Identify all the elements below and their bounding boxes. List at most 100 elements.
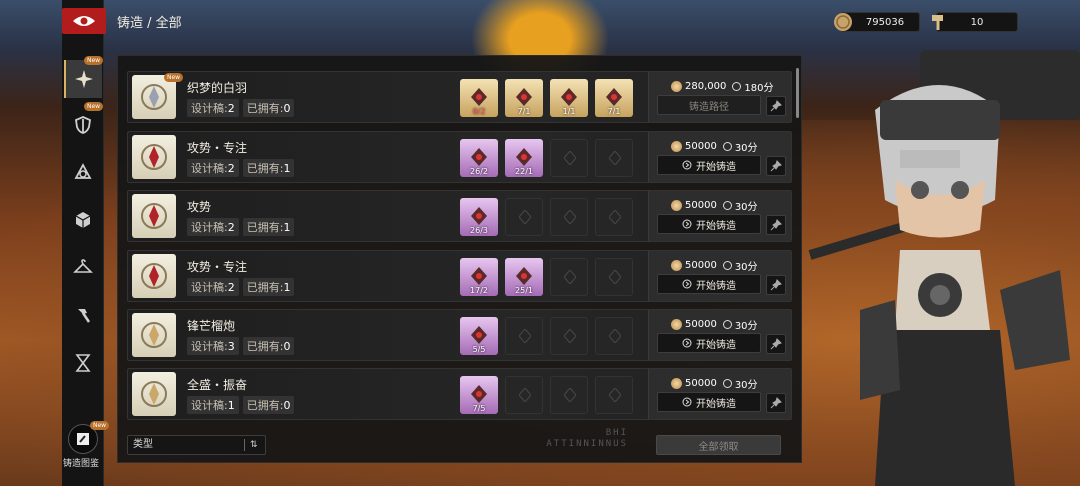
material-slot[interactable]: 22/1 xyxy=(505,139,543,177)
start-forge-button[interactable]: 开始铸造 xyxy=(657,214,761,234)
clock-icon xyxy=(732,82,742,91)
material-slot[interactable]: 26/3 xyxy=(460,198,498,236)
material-count: 17/2 xyxy=(470,286,488,295)
forge-cost-panel: 50000 30分 开始铸造 xyxy=(648,191,791,241)
back-button[interactable] xyxy=(62,8,106,34)
new-badge: New xyxy=(164,73,184,82)
sidebar-item-box[interactable] xyxy=(64,201,102,239)
pin-icon xyxy=(770,100,782,112)
item-thumbnail[interactable] xyxy=(132,135,176,179)
owned-count: 已拥有:0 xyxy=(242,337,295,355)
empty-slot-icon xyxy=(609,151,621,165)
coin-icon xyxy=(671,81,682,92)
blueprint-count: 设计稿:1 xyxy=(187,396,239,414)
action-label: 开始铸造 xyxy=(696,398,736,410)
item-price: 50000 xyxy=(685,200,717,211)
type-filter-dropdown[interactable]: 类型 ⇅ xyxy=(127,435,266,455)
item-price: 50000 xyxy=(685,260,717,271)
start-forge-button[interactable]: 开始铸造 xyxy=(657,333,761,353)
clock-icon xyxy=(722,261,732,270)
forge-time: 30分 xyxy=(734,380,758,391)
forge-path-button[interactable]: 铸造路径 xyxy=(657,95,761,115)
blueprint-value: 2 xyxy=(227,102,235,115)
forge-cost-panel: 50000 30分 开始铸造 xyxy=(648,132,791,182)
forge-time: 30分 xyxy=(734,143,758,154)
pin-icon xyxy=(770,279,782,291)
start-forge-button[interactable]: 开始铸造 xyxy=(657,392,761,412)
hourglass-icon xyxy=(75,354,91,372)
item-thumbnail[interactable] xyxy=(132,194,176,238)
item-name: 攻势 xyxy=(187,200,212,214)
sidebar-item-weapons[interactable] xyxy=(64,106,102,144)
material-slot[interactable]: 7/1 xyxy=(595,79,633,117)
forge-item-row[interactable]: 攻势设计稿:2 已拥有:1 26/3 50000 30分 开始铸造 xyxy=(127,190,792,242)
material-slot-empty xyxy=(595,317,633,355)
shield-sword-icon xyxy=(75,116,91,134)
pin-icon xyxy=(770,397,782,409)
pin-button[interactable] xyxy=(766,334,786,354)
blueprint-count: 设计稿:2 xyxy=(187,218,239,236)
pin-button[interactable] xyxy=(766,96,786,116)
item-name: 攻势・专注 xyxy=(187,141,248,155)
feather-star-icon xyxy=(75,70,93,88)
sidebar-item-timer[interactable] xyxy=(64,344,102,382)
forge-item-row[interactable]: 全盛・振奋 设计稿:1 已拥有:0 7/5 50000 30分 开始铸造 xyxy=(127,368,792,420)
start-forge-button[interactable]: 开始铸造 xyxy=(657,155,761,175)
empty-slot-icon xyxy=(519,210,531,224)
item-price: 280,000 xyxy=(685,81,727,92)
item-thumbnail[interactable] xyxy=(132,313,176,357)
material-slot[interactable]: 7/5 xyxy=(460,376,498,414)
empty-slot-icon xyxy=(564,329,576,343)
material-count: 7/5 xyxy=(472,404,486,413)
material-slot-empty xyxy=(550,258,588,296)
material-slot[interactable]: 5/5 xyxy=(460,317,498,355)
pin-button[interactable] xyxy=(766,393,786,413)
forge-item-row[interactable]: New 织梦的白羽 设计稿:2 已拥有:0 0/2 7/1 1/1 7/1 280,000 180… xyxy=(127,71,792,123)
character-illustration xyxy=(808,50,1080,486)
material-slot[interactable]: 7/1 xyxy=(505,79,543,117)
material-slot[interactable]: 25/1 xyxy=(505,258,543,296)
forge-item-row[interactable]: 攻势・专注 设计稿:2 已拥有:1 26/2 22/1 50000 30分 开始铸造 xyxy=(127,131,792,183)
pin-icon xyxy=(770,219,782,231)
forge-arrow-icon xyxy=(682,397,692,407)
material-icon xyxy=(516,267,532,285)
clock-icon xyxy=(722,320,732,329)
sidebar-item-outfit[interactable] xyxy=(64,248,102,286)
empty-slot-icon xyxy=(564,270,576,284)
blueprint-value: 2 xyxy=(227,221,235,234)
item-thumbnail[interactable] xyxy=(132,254,176,298)
material-slot[interactable]: 0/2 xyxy=(460,79,498,117)
item-price: 50000 xyxy=(685,319,717,330)
material-slot-empty xyxy=(505,376,543,414)
forge-cost-panel: 50000 30分 开始铸造 xyxy=(648,310,791,360)
forge-codex-button[interactable]: 铸造图鉴 xyxy=(62,424,104,469)
sidebar-item-forge[interactable] xyxy=(64,296,102,334)
new-badge: New xyxy=(84,102,104,111)
start-forge-button[interactable]: 开始铸造 xyxy=(657,274,761,294)
material-slot[interactable]: 17/2 xyxy=(460,258,498,296)
material-count: 7/1 xyxy=(607,107,621,116)
item-name: 全盛・振奋 xyxy=(187,378,248,392)
material-slot[interactable]: 1/1 xyxy=(550,79,588,117)
pin-button[interactable] xyxy=(766,275,786,295)
material-slot[interactable]: 26/2 xyxy=(460,139,498,177)
item-thumbnail[interactable] xyxy=(132,372,176,416)
pin-button[interactable] xyxy=(766,215,786,235)
forge-item-row[interactable]: 锋芒榴炮 设计稿:3 已拥有:0 5/5 50000 30分 开始铸造 xyxy=(127,309,792,361)
material-slot-empty xyxy=(595,258,633,296)
forge-item-row[interactable]: 攻势・专注 设计稿:2 已拥有:1 17/2 25/1 50000 30分 开始铸造 xyxy=(127,250,792,302)
empty-slot-icon xyxy=(519,388,531,402)
owned-label: 已拥有: xyxy=(246,399,284,412)
empty-slot-icon xyxy=(564,210,576,224)
owned-count: 已拥有:1 xyxy=(242,159,295,177)
material-slot-empty xyxy=(505,317,543,355)
claim-all-button[interactable]: 全部领取 xyxy=(656,435,781,455)
pin-button[interactable] xyxy=(766,156,786,176)
blueprint-value: 2 xyxy=(227,281,235,294)
sidebar-item-knot[interactable] xyxy=(64,153,102,191)
item-emblem-icon xyxy=(141,203,167,229)
owned-count: 已拥有:1 xyxy=(242,218,295,236)
item-emblem-icon xyxy=(141,263,167,289)
sidebar-item-all[interactable] xyxy=(64,60,102,98)
list-scrollbar[interactable] xyxy=(796,68,799,118)
